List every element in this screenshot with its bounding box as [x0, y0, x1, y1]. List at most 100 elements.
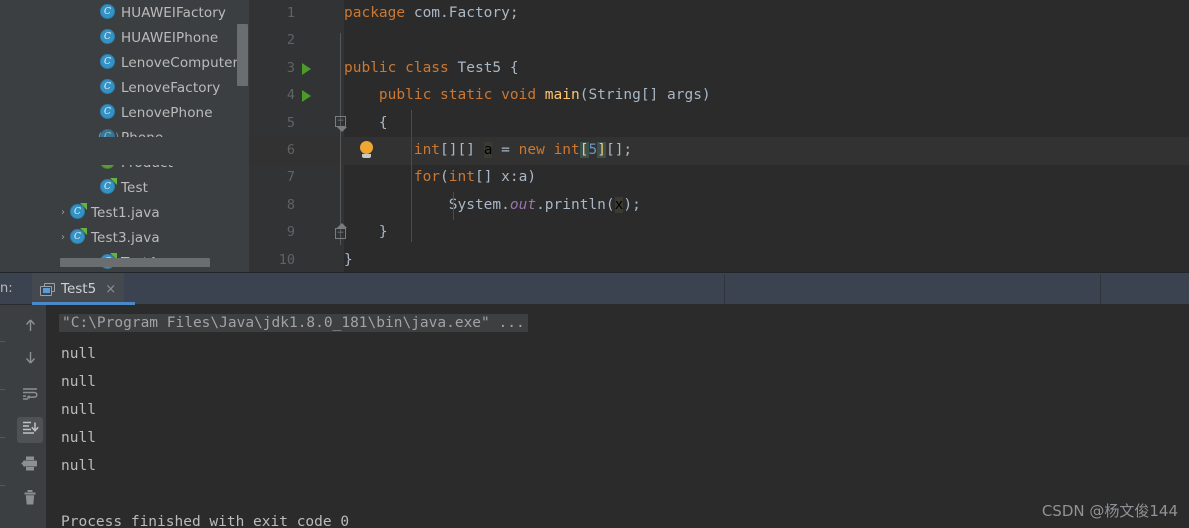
tree-item-label: HUAWEIFactory — [121, 4, 227, 21]
console-window-icon — [40, 282, 55, 296]
trash-icon — [22, 489, 38, 510]
clear-all-button[interactable] — [17, 486, 43, 512]
code-token: []; — [605, 142, 633, 158]
tree-item-label: LenoveComputer — [121, 54, 239, 71]
code-token: ); — [623, 196, 641, 213]
code-token: } — [344, 251, 353, 268]
console-output[interactable]: "C:\Program Files\Java\jdk1.8.0_181\bin\… — [46, 305, 1189, 528]
indent-guide — [453, 192, 454, 220]
code-token: = — [492, 142, 519, 158]
code-token: System. — [344, 196, 510, 213]
code-token: int — [413, 142, 441, 158]
tree-item-lenovecomputer[interactable]: C LenoveComputer — [0, 50, 249, 75]
tree-arrow-spacer — [86, 0, 100, 25]
header-separator — [1100, 274, 1101, 305]
code-fold-rail — [340, 33, 341, 245]
run-tool-window-body: "C:\Program Files\Java\jdk1.8.0_181\bin\… — [0, 305, 1189, 528]
code-token: [ — [579, 142, 589, 158]
code-token: ( — [440, 169, 449, 186]
tree-item-test[interactable]: C Test — [0, 175, 249, 200]
line-number: 4 — [286, 87, 295, 104]
project-tree-panel[interactable]: C HUAWEIFactory C HUAWEIPhone C LenoveCompute… — [0, 0, 249, 272]
print-button[interactable] — [17, 452, 43, 478]
code-token: out — [509, 196, 537, 213]
tree-item-huaweiphone[interactable]: C HUAWEIPhone — [0, 25, 249, 50]
rerun-up-arrow-button[interactable] — [17, 314, 43, 340]
tree-item-label: Test1.java — [91, 204, 160, 221]
chevron-right-icon[interactable]: › — [56, 225, 70, 250]
line-number: 9 — [286, 224, 295, 241]
run-tab-label: Test5 — [61, 281, 97, 297]
tree-item-lenovefactory[interactable]: C LenoveFactory — [0, 75, 249, 100]
arrow-up-icon — [22, 317, 39, 338]
fold-open-icon[interactable]: − — [335, 116, 347, 132]
tree-arrow-spacer — [86, 25, 100, 50]
console-command-line: "C:\Program Files\Java\jdk1.8.0_181\bin\… — [59, 314, 528, 332]
console-line: null — [61, 458, 96, 474]
code-line-5: { — [344, 110, 1189, 137]
indent-guide — [411, 110, 412, 242]
printer-icon — [21, 455, 39, 476]
console-line: null — [61, 374, 96, 390]
soft-wrap-button[interactable] — [17, 383, 43, 409]
close-icon[interactable]: × — [105, 282, 116, 297]
java-runnable-class-icon: C — [70, 229, 87, 246]
fold-close-icon[interactable]: − — [335, 223, 347, 239]
chevron-right-icon[interactable]: › — [56, 200, 70, 225]
scroll-to-end-button[interactable] — [17, 417, 43, 443]
tree-item-label: LenovePhone — [121, 104, 213, 121]
tree-item-test3-java[interactable]: › C Test3.java — [0, 225, 249, 250]
code-token: 5 — [588, 142, 598, 158]
code-line-9: } — [344, 219, 1189, 246]
run-gutter-icon[interactable] — [302, 90, 311, 103]
top-section: C HUAWEIFactory C HUAWEIPhone C LenoveCompute… — [0, 0, 1189, 272]
code-line-1: package com.Factory; — [344, 0, 1189, 27]
java-class-icon: C — [100, 4, 117, 21]
line-number: 8 — [286, 196, 295, 213]
console-line: null — [61, 402, 96, 418]
run-window-label: n: — [0, 281, 13, 296]
tree-vertical-scrollbar[interactable] — [237, 24, 248, 86]
watermark-text: CSDN @杨文俊144 — [1041, 502, 1178, 520]
console-toolbar[interactable] — [14, 305, 46, 528]
tree-arrow-spacer — [86, 75, 100, 100]
scroll-to-end-icon — [21, 420, 39, 440]
line-number: 6 — [286, 142, 295, 158]
code-layer: package com.Factory; public class Test5 {… — [344, 0, 1189, 272]
tree-item-test1-java[interactable]: › C Test1.java — [0, 200, 249, 225]
code-line-6: int[][] a = new int[5][]; — [344, 137, 1189, 164]
java-class-icon: C — [100, 104, 117, 121]
arrow-down-icon — [22, 349, 39, 370]
code-token: .println( — [536, 196, 615, 213]
code-token: (String[] args) — [579, 87, 711, 104]
run-gutter-icon[interactable] — [302, 62, 311, 75]
idea-window: C HUAWEIFactory C HUAWEIPhone C LenoveCompute… — [0, 0, 1189, 528]
header-separator — [724, 274, 725, 305]
line-number: 1 — [286, 5, 295, 21]
code-token: { — [344, 114, 388, 131]
tree-arrow-spacer — [86, 175, 100, 200]
line-number: 7 — [286, 169, 295, 186]
java-runnable-class-icon: C — [70, 204, 87, 221]
current-line-gutter-highlight — [0, 137, 249, 165]
rerun-down-arrow-button[interactable] — [17, 346, 43, 372]
code-token: public class — [344, 59, 458, 76]
soft-wrap-icon — [21, 386, 39, 406]
java-class-icon: C — [100, 79, 117, 96]
code-line-7: for(int[] x:a) — [344, 164, 1189, 191]
tree-item-lenovephone[interactable]: C LenovePhone — [0, 100, 249, 125]
code-line-4: public static void main(String[] args) — [344, 82, 1189, 109]
console-line: null — [61, 346, 96, 362]
tree-item-huaweifactory[interactable]: C HUAWEIFactory — [0, 0, 249, 25]
code-token: int — [553, 142, 580, 158]
run-tab-test5[interactable]: Test5 × — [32, 273, 125, 305]
code-token: for — [413, 169, 441, 186]
tree-horizontal-scrollbar[interactable] — [60, 258, 210, 267]
code-token: [][] — [440, 142, 484, 158]
line-number: 10 — [278, 251, 295, 268]
intention-lightbulb-icon[interactable] — [358, 141, 375, 160]
code-line-3: public class Test5 { — [344, 55, 1189, 82]
